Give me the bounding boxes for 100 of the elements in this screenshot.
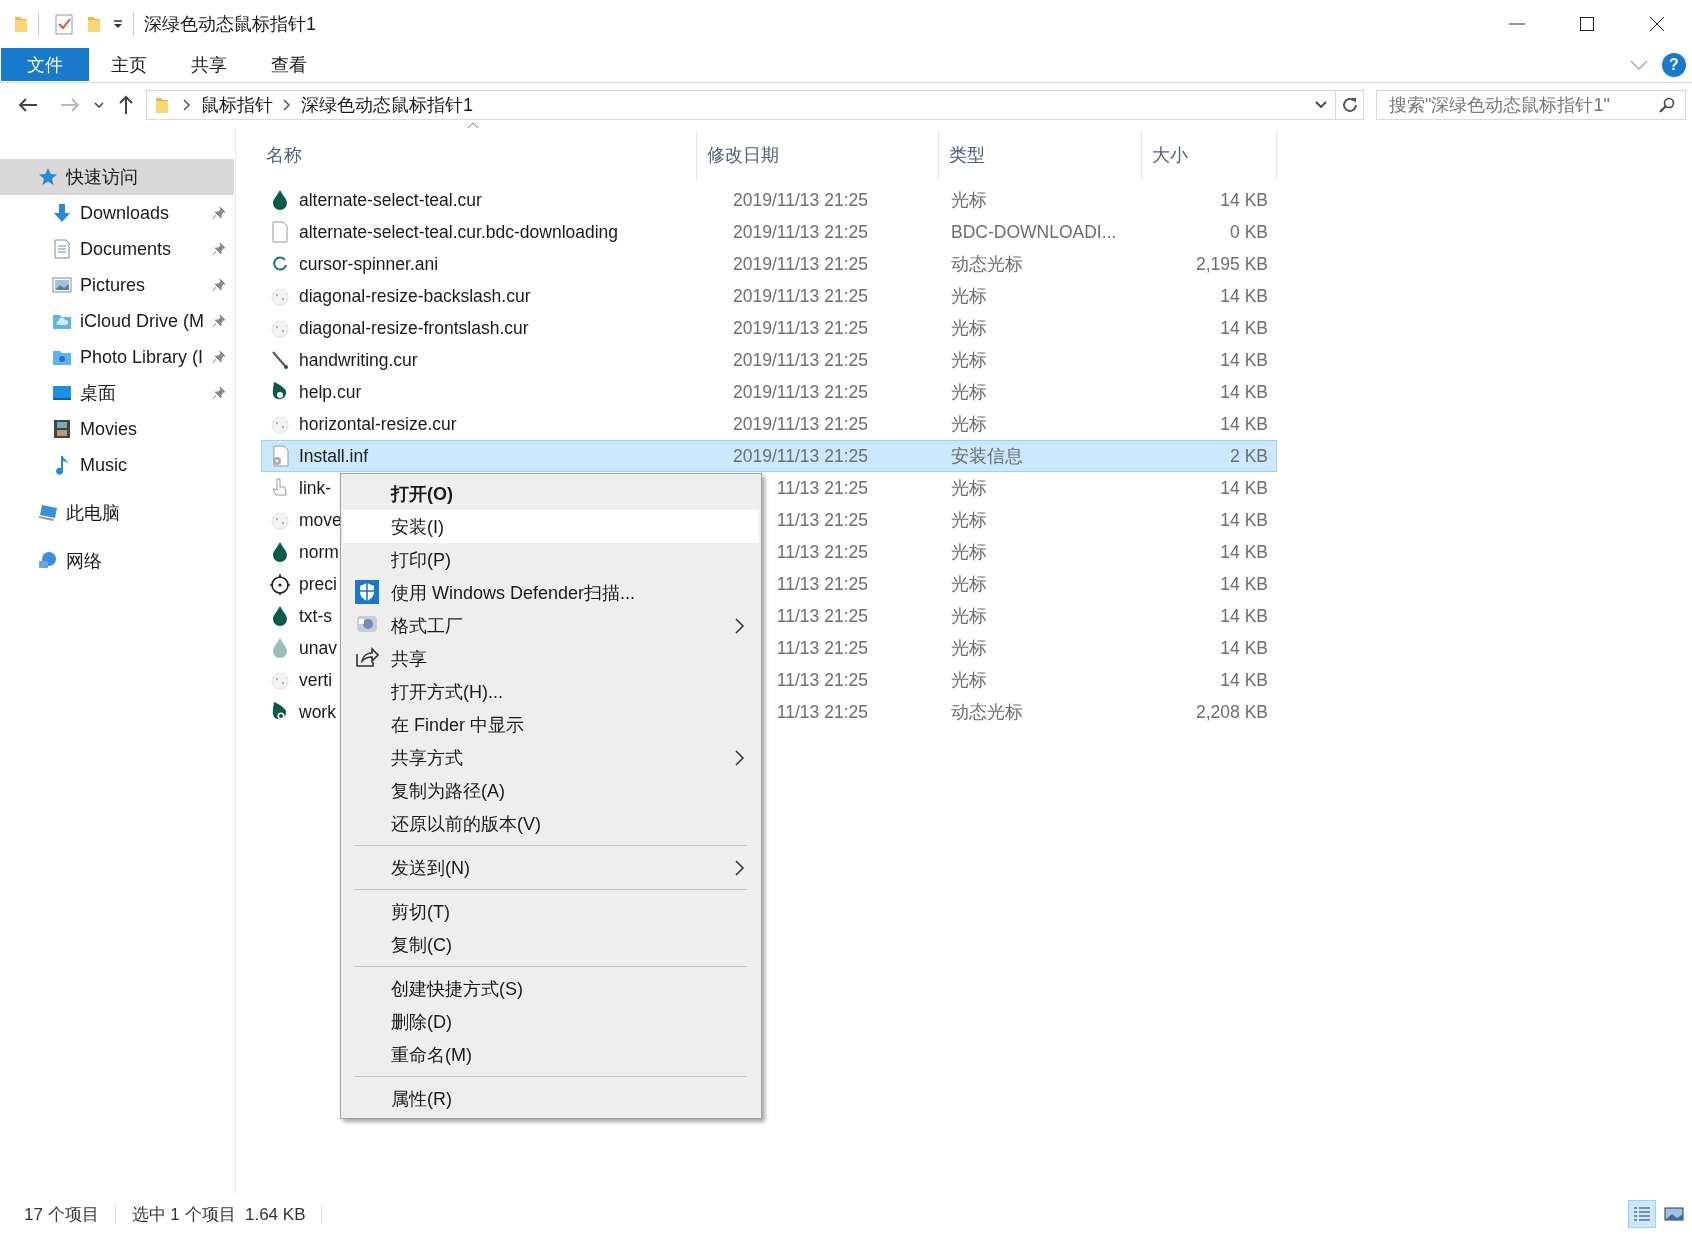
menu-item[interactable]: 剪切(T): [343, 895, 759, 928]
sidebar-item[interactable]: Movies: [0, 411, 234, 447]
up-arrow-icon[interactable]: [118, 95, 134, 115]
size-cell-text: 2 KB: [1229, 445, 1269, 467]
address-bar[interactable]: 鼠标指针 深绿色动态鼠标指针1: [146, 90, 1336, 120]
size-cell-text: 14 KB: [1219, 285, 1269, 307]
drop-icon: [270, 541, 290, 563]
sidebar-item[interactable]: iCloud Drive (M: [0, 303, 234, 339]
file-name[interactable]: horizontal-resize.cur: [299, 413, 457, 435]
column-header[interactable]: 大小: [1142, 131, 1277, 179]
column-header[interactable]: 名称: [261, 131, 697, 179]
sidebar-item[interactable]: Pictures: [0, 267, 234, 303]
menu-item[interactable]: 创建快捷方式(S): [343, 972, 759, 1005]
refresh-button[interactable]: [1336, 90, 1364, 120]
date-cell-text: 2019/11/13 21:25: [732, 349, 868, 371]
type-cell-text: 光标: [950, 637, 988, 660]
network-icon: [38, 551, 58, 571]
sidebar-item[interactable]: Photo Library (I: [0, 339, 234, 375]
drop-icon: [270, 189, 290, 211]
column-header[interactable]: 修改日期: [697, 131, 939, 179]
file-name[interactable]: txt-s: [299, 605, 333, 627]
type-cell-text: 光标: [950, 285, 988, 308]
menu-item[interactable]: 打开方式(H)...: [343, 675, 759, 708]
menu-item[interactable]: 打印(P): [343, 543, 759, 576]
dropdown-icon[interactable]: [113, 19, 123, 29]
window-title: 深绿色动态鼠标指针1: [144, 13, 316, 36]
sidebar-item[interactable]: 快速访问: [0, 159, 234, 195]
file-name[interactable]: diagonal-resize-backslash.cur: [299, 285, 531, 307]
type-cell-text: 光标: [950, 317, 988, 340]
file-name[interactable]: work: [299, 701, 336, 723]
faint-circle-icon: [270, 317, 290, 339]
date-cell-text: 11/13 21:25: [775, 573, 868, 595]
file-name[interactable]: alternate-select-teal.cur.bdc-downloading: [299, 221, 619, 243]
checklist-icon[interactable]: [55, 13, 73, 35]
file-name[interactable]: help.cur: [299, 381, 362, 403]
column-header[interactable]: 类型: [939, 131, 1142, 179]
chevron-right-icon: [183, 99, 191, 111]
sidebar-item[interactable]: 桌面: [0, 375, 234, 411]
details-view-button[interactable]: [1628, 1200, 1656, 1228]
menu-item[interactable]: 重命名(M): [343, 1038, 759, 1071]
sidebar-item[interactable]: Music: [0, 447, 234, 483]
date-cell-text: 2019/11/13 21:25: [732, 285, 868, 307]
file-name[interactable]: unav: [299, 637, 337, 659]
item-count: 17 个项目: [24, 1203, 99, 1226]
file-name[interactable]: Install.inf: [299, 445, 369, 467]
file-name[interactable]: diagonal-resize-frontslash.cur: [299, 317, 529, 339]
back-icon[interactable]: [18, 97, 38, 113]
ribbon-tab[interactable]: 查看: [249, 48, 329, 81]
crosshair-icon: [270, 573, 290, 595]
menu-item[interactable]: 打开(O): [343, 477, 759, 510]
size-cell-text: 14 KB: [1219, 381, 1269, 403]
search-field[interactable]: 搜索"深绿色动态鼠标指针1": [1376, 90, 1686, 120]
menu-item[interactable]: 属性(R): [343, 1082, 759, 1115]
type-cell-text: 光标: [950, 509, 988, 532]
menu-item[interactable]: 删除(D): [343, 1005, 759, 1038]
date-cell-text: 11/13 21:25: [775, 637, 868, 659]
folder-icon: [155, 95, 169, 115]
selected-row[interactable]: Install.inf 2019/11/13 21:25 安装信息 2 KB: [261, 440, 1277, 472]
menu-item[interactable]: 在 Finder 中显示: [343, 708, 759, 741]
film-icon: [52, 419, 72, 439]
ribbon-tab[interactable]: 文件: [1, 48, 89, 81]
ribbon-tab[interactable]: 共享: [169, 48, 249, 81]
pen-icon: [270, 349, 290, 371]
type-cell-text: 光标: [950, 381, 988, 404]
type-cell-text: 光标: [950, 477, 988, 500]
file-name[interactable]: move: [299, 509, 342, 531]
menu-item[interactable]: 使用 Windows Defender扫描...: [343, 576, 759, 609]
file-name[interactable]: alternate-select-teal.cur: [299, 189, 482, 211]
breadcrumb[interactable]: 鼠标指针: [201, 93, 273, 117]
ribbon-tab[interactable]: 主页: [89, 48, 169, 81]
size-cell-text: 14 KB: [1219, 317, 1269, 339]
sidebar-item[interactable]: Documents: [0, 231, 234, 267]
menu-item[interactable]: 安装(I): [343, 510, 759, 543]
menu-item[interactable]: 复制(C): [343, 928, 759, 961]
chevron-down-icon[interactable]: [1315, 101, 1327, 109]
file-name[interactable]: preci: [299, 573, 337, 595]
file-name[interactable]: norm: [299, 541, 339, 563]
breadcrumb[interactable]: 深绿色动态鼠标指针1: [301, 93, 473, 117]
date-cell-text: 11/13 21:25: [775, 605, 868, 627]
file-name[interactable]: cursor-spinner.ani: [299, 253, 439, 275]
menu-item[interactable]: 共享: [343, 642, 759, 675]
sidebar-item[interactable]: 此电脑: [0, 495, 234, 531]
file-name[interactable]: verti: [299, 669, 333, 691]
menu-item[interactable]: 格式工厂: [343, 609, 759, 642]
menu-item[interactable]: 还原以前的版本(V): [343, 807, 759, 840]
file-name[interactable]: handwriting.cur: [299, 349, 418, 371]
chevron-down-icon[interactable]: [94, 102, 104, 108]
sidebar-item[interactable]: Downloads: [0, 195, 234, 231]
menu-item[interactable]: 复制为路径(A): [343, 774, 759, 807]
help-button[interactable]: ?: [1662, 53, 1686, 77]
refresh-icon: [1340, 96, 1359, 114]
date-cell-text: 2019/11/13 21:25: [732, 413, 868, 435]
file-name[interactable]: link-: [299, 477, 332, 499]
menu-item[interactable]: 发送到(N): [343, 851, 759, 884]
date-cell-text: 2019/11/13 21:25: [732, 253, 868, 275]
desktop-icon: [52, 383, 72, 403]
sidebar-item[interactable]: 网络: [0, 543, 234, 579]
folder-icon: [14, 14, 28, 34]
menu-item[interactable]: 共享方式: [343, 741, 759, 774]
faint-circle-icon: [270, 413, 290, 435]
